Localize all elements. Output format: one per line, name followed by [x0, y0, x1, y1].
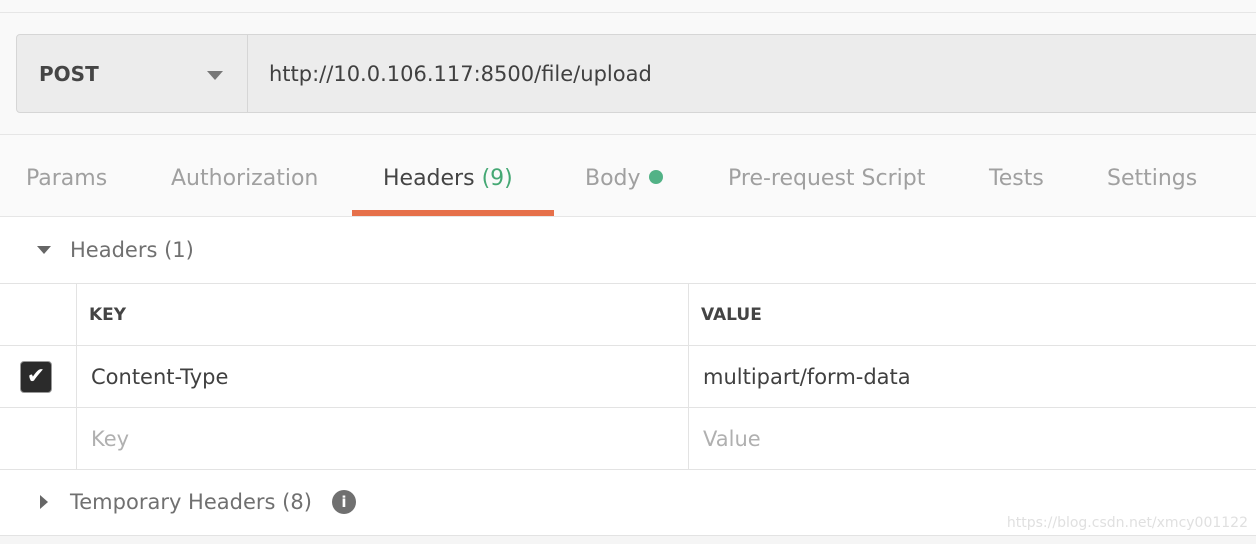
- tab-body-label: Body: [585, 166, 641, 191]
- temp-section-count: (8): [282, 490, 312, 514]
- tab-params[interactable]: Params: [26, 166, 107, 191]
- request-area: POST http://10.0.106.117:8500/file/uploa…: [0, 0, 1256, 135]
- headers-section-toggle[interactable]: Headers (1): [0, 217, 1256, 283]
- url-input[interactable]: http://10.0.106.117:8500/file/upload: [248, 35, 652, 112]
- key-cell[interactable]: Content-Type: [77, 346, 689, 407]
- tab-headers[interactable]: Headers (9): [383, 166, 513, 191]
- tab-settings[interactable]: Settings: [1107, 166, 1197, 191]
- active-tab-indicator: [352, 210, 554, 216]
- method-select[interactable]: POST: [17, 35, 248, 112]
- table-row-new: Key Value: [0, 408, 1256, 470]
- method-label: POST: [39, 61, 99, 86]
- tab-tests[interactable]: Tests: [989, 166, 1044, 191]
- caret-down-icon: [37, 246, 51, 254]
- chevron-down-icon: [207, 71, 223, 80]
- tab-body[interactable]: Body: [585, 166, 663, 191]
- table-row: ✔ Content-Type multipart/form-data: [0, 346, 1256, 408]
- tab-authorization[interactable]: Authorization: [171, 166, 318, 191]
- divider: [0, 12, 1256, 13]
- green-dot-icon: [648, 170, 663, 184]
- temp-section-title: Temporary Headers: [70, 490, 276, 514]
- value-cell[interactable]: multipart/form-data: [689, 346, 1256, 407]
- headers-table: KEY VALUE ✔ Content-Type multipart/form-…: [0, 283, 1256, 470]
- headers-section-title: Headers: [70, 238, 158, 262]
- tab-headers-count: (9): [481, 166, 513, 191]
- key-input[interactable]: Key: [77, 408, 689, 469]
- column-key: KEY: [77, 284, 689, 345]
- watermark: https://blog.csdn.net/xmcy001122: [1006, 515, 1248, 531]
- table-header: KEY VALUE: [0, 284, 1256, 346]
- headers-section-count: (1): [164, 238, 194, 262]
- column-value: VALUE: [701, 304, 762, 325]
- row-checkbox[interactable]: ✔: [20, 360, 52, 393]
- tab-pre-request-script[interactable]: Pre-request Script: [728, 166, 925, 191]
- request-bar: POST http://10.0.106.117:8500/file/uploa…: [16, 34, 1256, 113]
- checkmark-icon: ✔: [26, 364, 46, 389]
- caret-right-icon: [40, 495, 48, 509]
- request-tabs: Params Authorization Headers (9) Body Pr…: [0, 135, 1256, 217]
- bottom-border: [0, 535, 1256, 544]
- value-input[interactable]: Value: [689, 408, 1256, 469]
- info-icon[interactable]: i: [331, 490, 356, 514]
- tab-headers-label: Headers: [383, 166, 475, 191]
